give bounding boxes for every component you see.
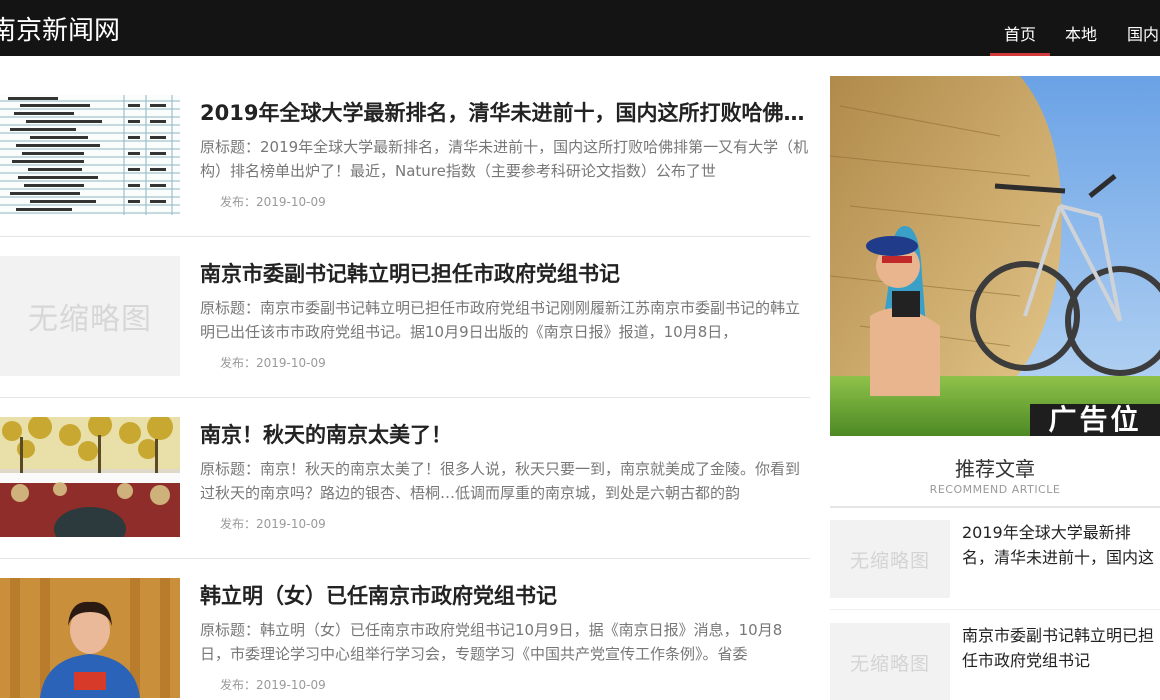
no-thumbnail-placeholder: 无缩略图 [849, 549, 930, 572]
recommend-title: 推荐文章 [955, 457, 1035, 481]
nav-item-domestic[interactable]: 国内 [1127, 0, 1160, 56]
article-date: 发布：2019-10-09 [220, 678, 326, 692]
nav-item-home[interactable]: 首页 [990, 0, 1050, 56]
article-excerpt: 原标题：韩立明（女）已任南京市政府党组书记10月9日，据《南京日报》消息，10月… [200, 621, 783, 663]
recommend-header: 推荐文章 RECOMMEND ARTICLE [830, 456, 1160, 508]
ad-photo [830, 76, 1160, 436]
article-item: 无缩略图 南京市委副书记韩立明已担任市政府党组书记 原标题：南京市委副书记韩立明… [0, 237, 810, 398]
table-scan-image [0, 95, 180, 215]
official-portrait-image [0, 578, 180, 698]
article-thumbnail[interactable]: 无缩略图 [0, 256, 180, 376]
recommend-item[interactable]: 无缩略图 2019年全球大学最新排名，清华未进前十，国内这所打败哈佛排第一 [830, 510, 1160, 610]
main-nav: 首页 本地 国内 [990, 0, 1160, 56]
article-excerpt: 原标题：2019年全球大学最新排名，清华未进前十，国内这所打败哈佛排第一又有大学… [200, 138, 809, 180]
article-title[interactable]: 南京！秋天的南京太美了！ [200, 420, 808, 450]
no-thumbnail-placeholder: 无缩略图 [28, 302, 152, 337]
recommend-thumbnail[interactable]: 无缩略图 [830, 623, 950, 700]
article-thumbnail[interactable] [0, 95, 180, 215]
ad-label: 广告位 [1030, 404, 1160, 436]
recommend-subtitle: RECOMMEND ARTICLE [929, 483, 1061, 496]
article-date: 发布：2019-10-09 [220, 356, 326, 370]
article-title[interactable]: 南京市委副书记韩立明已担任市政府党组书记 [200, 259, 808, 289]
article-date: 发布：2019-10-09 [220, 517, 326, 531]
site-logo[interactable]: 南京新闻网 [0, 10, 120, 47]
sidebar-ad-banner[interactable]: 广告位 [830, 76, 1160, 436]
article-excerpt: 原标题：南京市委副书记韩立明已担任市政府党组书记刚刚履新江苏南京市委副书记的韩立… [200, 299, 801, 341]
top-navbar: 南京新闻网 首页 本地 国内 [0, 0, 1160, 56]
article-item: 南京！秋天的南京太美了！ 原标题：南京！秋天的南京太美了！很多人说，秋天只要一到… [0, 398, 810, 559]
recommend-item-title[interactable]: 南京市委副书记韩立明已担任市政府党组书记 [962, 623, 1158, 673]
article-item: 韩立明（女）已任南京市政府党组书记 原标题：韩立明（女）已任南京市政府党组书记1… [0, 559, 810, 700]
article-title[interactable]: 韩立明（女）已任南京市政府党组书记 [200, 581, 808, 611]
autumn-trees-image [0, 417, 180, 537]
recommend-item-title[interactable]: 2019年全球大学最新排名，清华未进前十，国内这所打败哈佛排第一 [962, 520, 1158, 570]
recommend-item[interactable]: 无缩略图 南京市委副书记韩立明已担任市政府党组书记 [830, 613, 1160, 700]
nav-item-local[interactable]: 本地 [1065, 0, 1097, 56]
article-thumbnail[interactable] [0, 417, 180, 537]
no-thumbnail-placeholder: 无缩略图 [849, 652, 930, 675]
article-item: 2019年全球大学最新排名，清华未进前十，国内这所打败哈佛排第一又有大学（机构）… [0, 76, 810, 237]
article-title[interactable]: 2019年全球大学最新排名，清华未进前十，国内这所打败哈佛排第一又有大学（机构）… [200, 98, 808, 128]
article-thumbnail[interactable] [0, 578, 180, 698]
recommend-thumbnail[interactable]: 无缩略图 [830, 520, 950, 598]
article-excerpt: 原标题：南京！秋天的南京太美了！很多人说，秋天只要一到，南京就美成了金陵。你看到… [200, 460, 801, 502]
article-list: 2019年全球大学最新排名，清华未进前十，国内这所打败哈佛排第一又有大学（机构）… [0, 76, 810, 700]
article-date: 发布：2019-10-09 [220, 195, 326, 209]
